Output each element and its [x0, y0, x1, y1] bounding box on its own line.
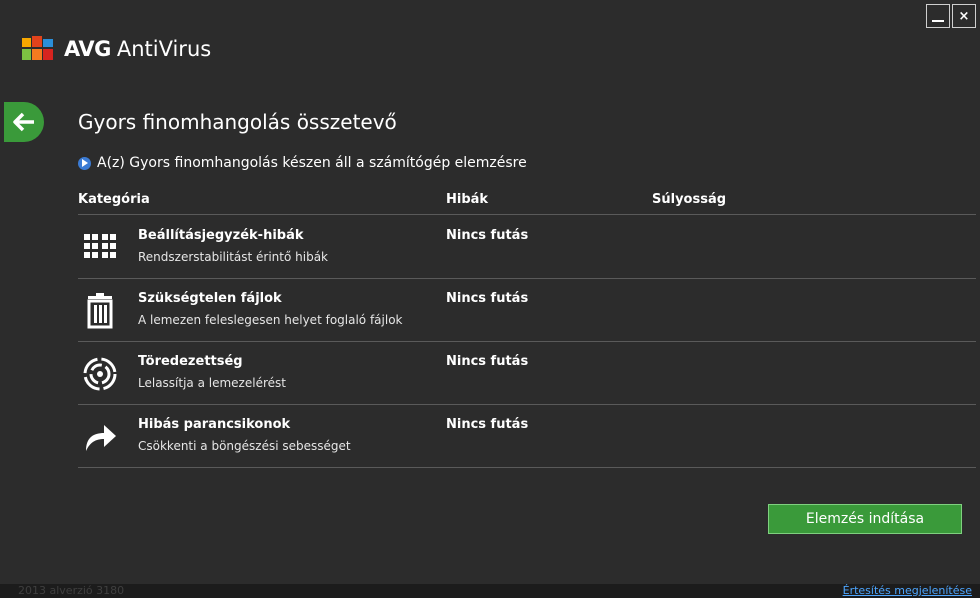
app-logo: AVG AntiVirus: [22, 36, 211, 62]
category-errors: Nincs futás: [446, 417, 529, 432]
table-row: Töredezettség Lelassítja a lemezelérést …: [78, 342, 976, 405]
footer: 2013 alverzió 3180 Értesítés megjeleníté…: [0, 584, 980, 598]
header-errors: Hibák: [446, 192, 489, 207]
category-name: Töredezettség: [138, 354, 243, 369]
app-window: AVG AntiVirus × Gyors finomhangolás össz…: [0, 0, 980, 598]
shortcut-arrow-icon: [86, 425, 116, 451]
header-category: Kategória: [78, 192, 150, 207]
trash-icon: [87, 293, 113, 329]
category-errors: Nincs futás: [446, 228, 529, 243]
category-errors: Nincs futás: [446, 354, 529, 369]
window-controls: ×: [926, 4, 976, 28]
table-header: Kategória Hibák Súlyosság: [78, 190, 976, 215]
table-row: Szükségtelen fájlok A lemezen felesleges…: [78, 279, 976, 342]
category-description: A lemezen feleslegesen helyet foglaló fá…: [138, 313, 403, 327]
category-description: Rendszerstabilitást érintő hibák: [138, 250, 329, 264]
minimize-button[interactable]: [926, 4, 950, 28]
close-icon: ×: [958, 8, 970, 24]
category-description: Csökkenti a böngészési sebességet: [138, 439, 351, 453]
brand-name: AVG: [64, 37, 111, 61]
fragmentation-icon: [83, 357, 117, 391]
table-row: Beállításjegyzék-hibák Rendszerstabilitá…: [78, 216, 976, 279]
status-text: A(z) Gyors finomhangolás készen áll a sz…: [97, 155, 527, 171]
page-title: Gyors finomhangolás összetevő: [78, 110, 397, 134]
minimize-icon: [932, 20, 944, 22]
category-description: Lelassítja a lemezelérést: [138, 376, 286, 390]
arrow-left-icon: [13, 112, 34, 132]
category-errors: Nincs futás: [446, 291, 529, 306]
product-name: AntiVirus: [116, 37, 212, 61]
avg-logo-icon: [22, 36, 53, 60]
version-text: 2013 alverzió 3180: [18, 584, 125, 597]
notification-link[interactable]: Értesítés megjelenítése: [843, 584, 972, 597]
start-scan-button[interactable]: Elemzés indítása: [768, 504, 962, 534]
close-button[interactable]: ×: [952, 4, 976, 28]
category-name: Szükségtelen fájlok: [138, 291, 282, 306]
play-info-icon: [78, 156, 91, 170]
status-line: A(z) Gyors finomhangolás készen áll a sz…: [78, 155, 527, 171]
category-name: Hibás parancsikonok: [138, 417, 291, 432]
header-severity: Súlyosság: [652, 192, 727, 207]
table-row: Hibás parancsikonok Csökkenti a böngészé…: [78, 405, 976, 468]
category-name: Beállításjegyzék-hibák: [138, 228, 304, 243]
back-button[interactable]: [4, 102, 44, 142]
registry-icon: [84, 234, 116, 258]
